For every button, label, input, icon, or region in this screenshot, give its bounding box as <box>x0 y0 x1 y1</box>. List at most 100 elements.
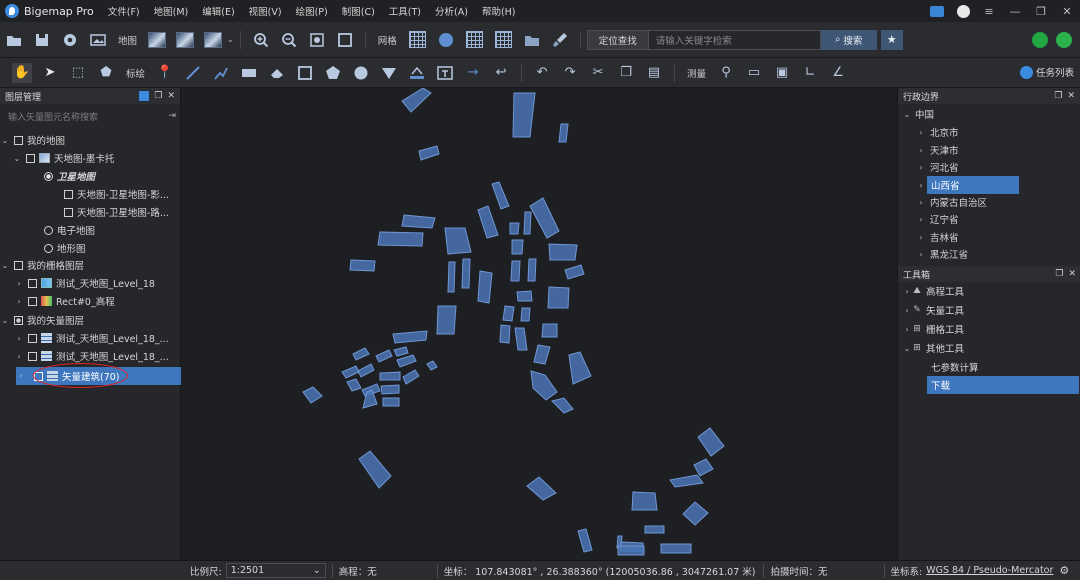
eraser-tool-button[interactable] <box>267 63 287 83</box>
chevron-right-icon[interactable]: › <box>16 371 26 380</box>
chat-button[interactable] <box>924 0 950 22</box>
collapse-icon[interactable]: ⇥ <box>168 111 176 121</box>
building[interactable] <box>617 545 645 556</box>
admin-item-beijing[interactable]: › 北京市 <box>898 123 1080 141</box>
toolbox-download[interactable]: 下载 <box>927 376 1079 394</box>
building[interactable] <box>358 450 392 489</box>
building[interactable] <box>631 491 658 511</box>
building[interactable] <box>516 290 533 302</box>
polygon-tool-button[interactable] <box>323 63 343 83</box>
paste-button[interactable]: ▤ <box>644 63 664 83</box>
building[interactable] <box>512 92 536 138</box>
tree-row-test-level18[interactable]: › 测试_天地图_Level_18 <box>0 274 181 292</box>
radio[interactable] <box>44 243 53 253</box>
utm-grid-button[interactable] <box>436 30 456 50</box>
text-tool-button[interactable] <box>407 63 427 83</box>
chevron-right-icon[interactable]: › <box>14 297 24 306</box>
building[interactable] <box>447 261 456 293</box>
circle-tool-button[interactable] <box>351 63 371 83</box>
folder-grid-button[interactable] <box>522 30 542 50</box>
task-list-button[interactable]: 任务列表 <box>1019 65 1074 79</box>
checkbox[interactable] <box>14 260 23 270</box>
chevron-down-icon[interactable]: ⌄ <box>227 35 234 44</box>
chevron-down-icon[interactable]: ⌄ <box>12 154 22 163</box>
building[interactable] <box>444 227 472 255</box>
grid-tool-3[interactable] <box>494 31 512 48</box>
menu-edit[interactable]: 编辑(E) <box>202 4 234 18</box>
close-icon[interactable]: ✕ <box>1067 91 1075 101</box>
building[interactable] <box>461 258 471 289</box>
sector-tool-button[interactable] <box>379 63 399 83</box>
radio-selected[interactable] <box>44 171 53 181</box>
tree-row-satellite-image[interactable]: 天地图-卫星地图-影... <box>0 185 181 203</box>
building[interactable] <box>402 369 420 385</box>
building[interactable] <box>520 307 531 322</box>
line-tool-button[interactable] <box>183 63 203 83</box>
building[interactable] <box>697 427 725 457</box>
label-tool-button[interactable] <box>435 63 455 83</box>
building[interactable] <box>530 370 558 401</box>
building[interactable] <box>568 351 592 385</box>
image-button[interactable] <box>88 30 108 50</box>
measure-area-button[interactable]: ▣ <box>772 63 792 83</box>
close-icon[interactable]: ✕ <box>167 91 175 101</box>
rectangle-tool-button[interactable] <box>239 63 259 83</box>
tree-row-rect-elevation[interactable]: › Rect#0_高程 <box>0 292 181 310</box>
satellite-map-thumb-2[interactable] <box>176 31 195 48</box>
radio[interactable] <box>44 225 53 235</box>
locate-select[interactable]: 定位查找 <box>586 29 649 50</box>
admin-item-inner-mongolia[interactable]: › 内蒙古自治区 <box>898 193 1080 211</box>
checkbox[interactable] <box>28 278 37 288</box>
polyline-tool-button[interactable] <box>211 63 231 83</box>
chevron-down-icon[interactable]: ⌄ <box>0 316 10 325</box>
search-icon[interactable] <box>139 91 150 101</box>
building[interactable] <box>551 397 574 414</box>
building[interactable] <box>382 397 400 407</box>
building[interactable] <box>527 258 537 282</box>
toolbox-seven-params[interactable]: 七参数计算 <box>898 358 1080 376</box>
menu-file[interactable]: 文件(F) <box>108 4 140 18</box>
building[interactable] <box>477 205 499 239</box>
admin-item-liaoning[interactable]: › 辽宁省 <box>898 210 1080 228</box>
grid-tool-1[interactable] <box>408 31 426 48</box>
admin-item-jilin[interactable]: › 吉林省 <box>898 228 1080 246</box>
zoom-out-button[interactable] <box>279 30 299 50</box>
building[interactable] <box>393 346 409 357</box>
chevron-right-icon[interactable]: › <box>916 128 926 137</box>
toolbox-raster[interactable]: › ⊞ 栅格工具 <box>898 320 1080 338</box>
measure-distance-button[interactable]: ▭ <box>744 63 764 83</box>
chevron-down-icon[interactable]: ⌄ <box>902 110 912 119</box>
admin-root-china[interactable]: ⌄ 中国 <box>898 105 1080 123</box>
marker-tool-button[interactable]: 📍 <box>155 63 175 83</box>
building[interactable] <box>577 528 593 553</box>
building[interactable] <box>377 231 424 247</box>
building[interactable] <box>436 305 457 335</box>
chevron-right-icon[interactable]: › <box>916 233 926 242</box>
copy-button[interactable]: ❐ <box>616 63 636 83</box>
building[interactable] <box>418 145 440 161</box>
chevron-right-icon[interactable]: › <box>916 146 926 155</box>
checkbox[interactable] <box>64 189 73 199</box>
building[interactable] <box>375 349 393 363</box>
chevron-down-icon[interactable]: ⌄ <box>0 261 10 270</box>
cut-button[interactable]: ✂ <box>588 63 608 83</box>
building[interactable] <box>682 501 709 526</box>
building[interactable] <box>401 214 436 229</box>
layer-search-input[interactable]: 输入矢量图元名称搜索 ⇥ <box>4 106 176 126</box>
chevron-right-icon[interactable]: › <box>916 181 926 190</box>
search-input[interactable]: 请输入关键字检索 <box>648 29 821 50</box>
menu-cartography[interactable]: 制图(C) <box>342 4 375 18</box>
minimize-button[interactable]: — <box>1002 0 1028 22</box>
zoom-in-button[interactable] <box>251 30 271 50</box>
building[interactable] <box>669 474 704 488</box>
curve-arrow-tool-button[interactable]: ↩ <box>491 63 511 83</box>
building[interactable] <box>509 222 520 235</box>
checkbox[interactable] <box>28 296 37 306</box>
tree-row-tianditu-mercator[interactable]: ⌄ 天地图-墨卡托 <box>0 149 181 167</box>
chevron-right-icon[interactable]: › <box>14 334 24 343</box>
building[interactable] <box>511 239 524 255</box>
building[interactable] <box>379 371 401 381</box>
building[interactable] <box>477 270 493 304</box>
chevron-right-icon[interactable]: › <box>916 198 926 207</box>
building[interactable] <box>341 365 360 379</box>
